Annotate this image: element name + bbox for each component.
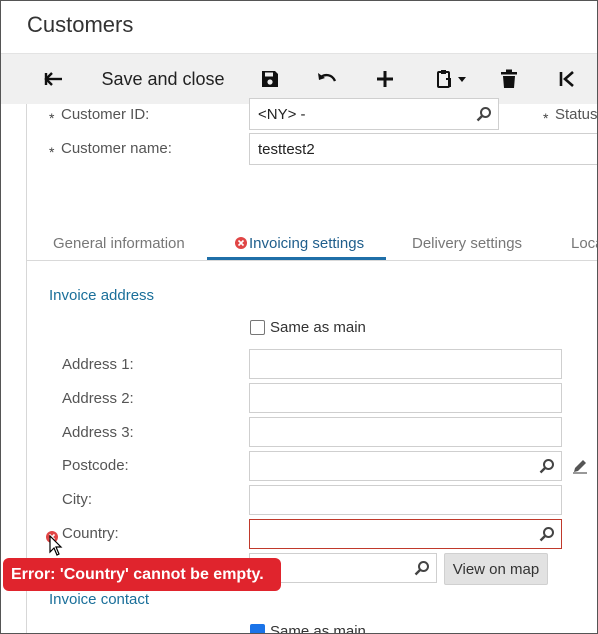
customer-name-value: testtest2 (258, 140, 315, 158)
error-tooltip-text: Error: 'Country' cannot be empty. (11, 565, 264, 583)
address2-label: Address 2: (62, 390, 134, 407)
first-record-icon (559, 71, 574, 87)
search-icon[interactable] (476, 106, 492, 122)
plus-icon (377, 71, 393, 87)
save-and-close-button[interactable]: Save and close (98, 54, 228, 104)
add-button[interactable] (373, 54, 397, 104)
title-bar: Customers (1, 1, 597, 54)
save-and-close-label: Save and close (101, 68, 225, 89)
tab-delivery-settings[interactable]: Delivery settings (412, 235, 522, 252)
country-field[interactable] (249, 519, 562, 549)
undo-icon (318, 73, 337, 82)
delete-button[interactable] (498, 54, 520, 104)
country-label: Country: (62, 525, 119, 542)
address3-label: Address 3: (62, 424, 134, 441)
status-required-marker: * (543, 110, 549, 126)
copy-paste-dropdown-button[interactable] (431, 54, 471, 104)
contact-same-as-main-checkbox[interactable] (250, 624, 265, 633)
error-tooltip: Error: 'Country' cannot be empty. (3, 558, 281, 591)
customers-window: Customers Save and close * Customer ID: … (0, 0, 598, 634)
address1-field[interactable] (249, 349, 562, 379)
error-icon (235, 237, 247, 249)
same-as-main-checkbox[interactable] (250, 320, 265, 335)
clipboard-icon (437, 70, 466, 88)
tab-invoicing-settings[interactable]: Invoicing settings (233, 235, 364, 252)
customer-name-field[interactable]: testtest2 (249, 133, 597, 165)
toolbar: Save and close (1, 54, 597, 104)
pencil-icon[interactable] (572, 458, 588, 474)
undo-button[interactable] (315, 54, 339, 104)
address2-field[interactable] (249, 383, 562, 413)
postcode-field[interactable] (249, 451, 562, 481)
trash-icon (501, 69, 517, 88)
status-label: Status (555, 106, 598, 123)
postcode-label: Postcode: (62, 457, 129, 474)
search-icon[interactable] (539, 526, 555, 542)
page-title: Customers (27, 12, 134, 37)
search-icon[interactable] (539, 458, 555, 474)
invoice-contact-heading: Invoice contact (49, 591, 150, 608)
tab-bar: General information Invoicing settings D… (27, 219, 597, 261)
back-button[interactable] (41, 54, 67, 104)
save-button[interactable] (259, 54, 281, 104)
contact-same-as-main-label: Same as main (270, 623, 366, 634)
address3-field[interactable] (249, 417, 562, 447)
floppy-disk-icon (262, 71, 278, 87)
tab-general-information[interactable]: General information (53, 235, 185, 252)
invoice-address-heading: Invoice address (49, 287, 155, 304)
same-as-main-label: Same as main (270, 319, 366, 336)
back-arrow-icon (44, 72, 62, 86)
customer-id-value: <NY> - (258, 105, 306, 123)
customer-id-field[interactable]: <NY> - (249, 98, 499, 130)
customer-id-label: Customer ID: (61, 106, 150, 123)
active-tab-indicator (207, 257, 386, 260)
required-marker: * (49, 110, 55, 126)
city-label: City: (62, 491, 92, 508)
search-icon[interactable] (414, 560, 430, 576)
customer-name-label: Customer name: (61, 140, 172, 157)
first-record-button[interactable] (556, 54, 578, 104)
form-content: * Customer ID: <NY> - * Status * Custome… (26, 98, 598, 634)
tab-locations[interactable]: Loca (571, 235, 597, 252)
city-field[interactable] (249, 485, 562, 515)
tab-invoicing-settings-label: Invoicing settings (249, 235, 365, 252)
address1-label: Address 1: (62, 356, 134, 373)
mouse-cursor-icon (49, 535, 63, 556)
required-marker: * (49, 144, 55, 160)
view-on-map-button[interactable]: View on map (444, 553, 548, 585)
